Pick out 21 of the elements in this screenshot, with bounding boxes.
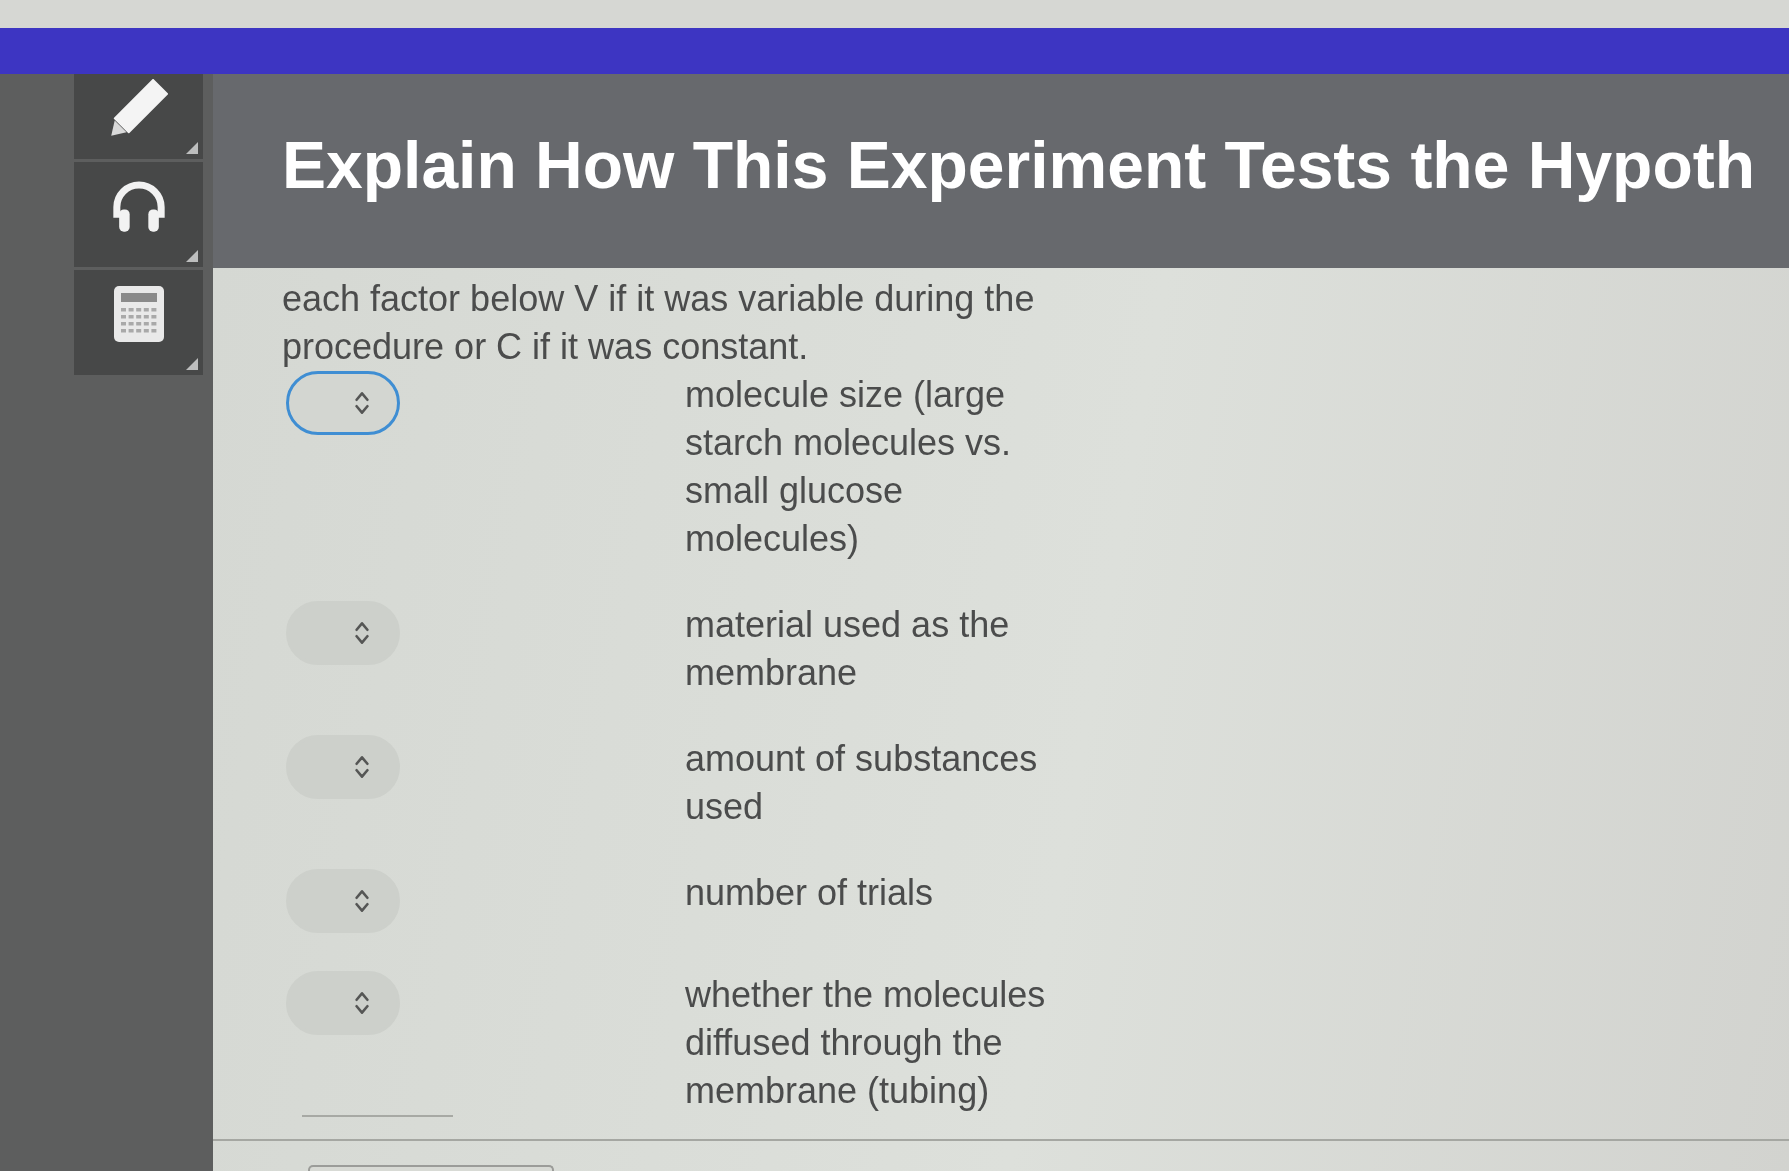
tool-button[interactable] (74, 74, 203, 162)
corner-triangle-icon (186, 358, 198, 370)
chevron-up-down-icon (355, 391, 369, 415)
corner-triangle-icon (186, 250, 198, 262)
chevron-up-down-icon (355, 889, 369, 913)
dropdown[interactable] (286, 371, 400, 435)
factor-label: amount of substances used (685, 737, 1039, 829)
instructions-text: each factor below V if it was variable during the procedure or C if it was constant. (282, 277, 1036, 369)
tool-button[interactable] (74, 270, 203, 378)
tool-button[interactable] (74, 162, 203, 270)
calculator-icon (113, 286, 164, 342)
factor-label: whether the molecules diffused through the membrane (tubing) (685, 973, 1047, 1113)
factor-label: material used as the membrane (685, 603, 1011, 695)
headphones-icon (110, 179, 167, 233)
chevron-up-down-icon (355, 991, 369, 1015)
factor-label: number of trials (685, 871, 935, 915)
corner-triangle-icon (186, 142, 198, 154)
pencil-icon (109, 79, 168, 137)
factor-label: molecule size (large starch molecules vs. small glucose molecules) (685, 373, 1013, 561)
chevron-up-down-icon (355, 755, 369, 779)
chevron-up-down-icon (355, 621, 369, 645)
